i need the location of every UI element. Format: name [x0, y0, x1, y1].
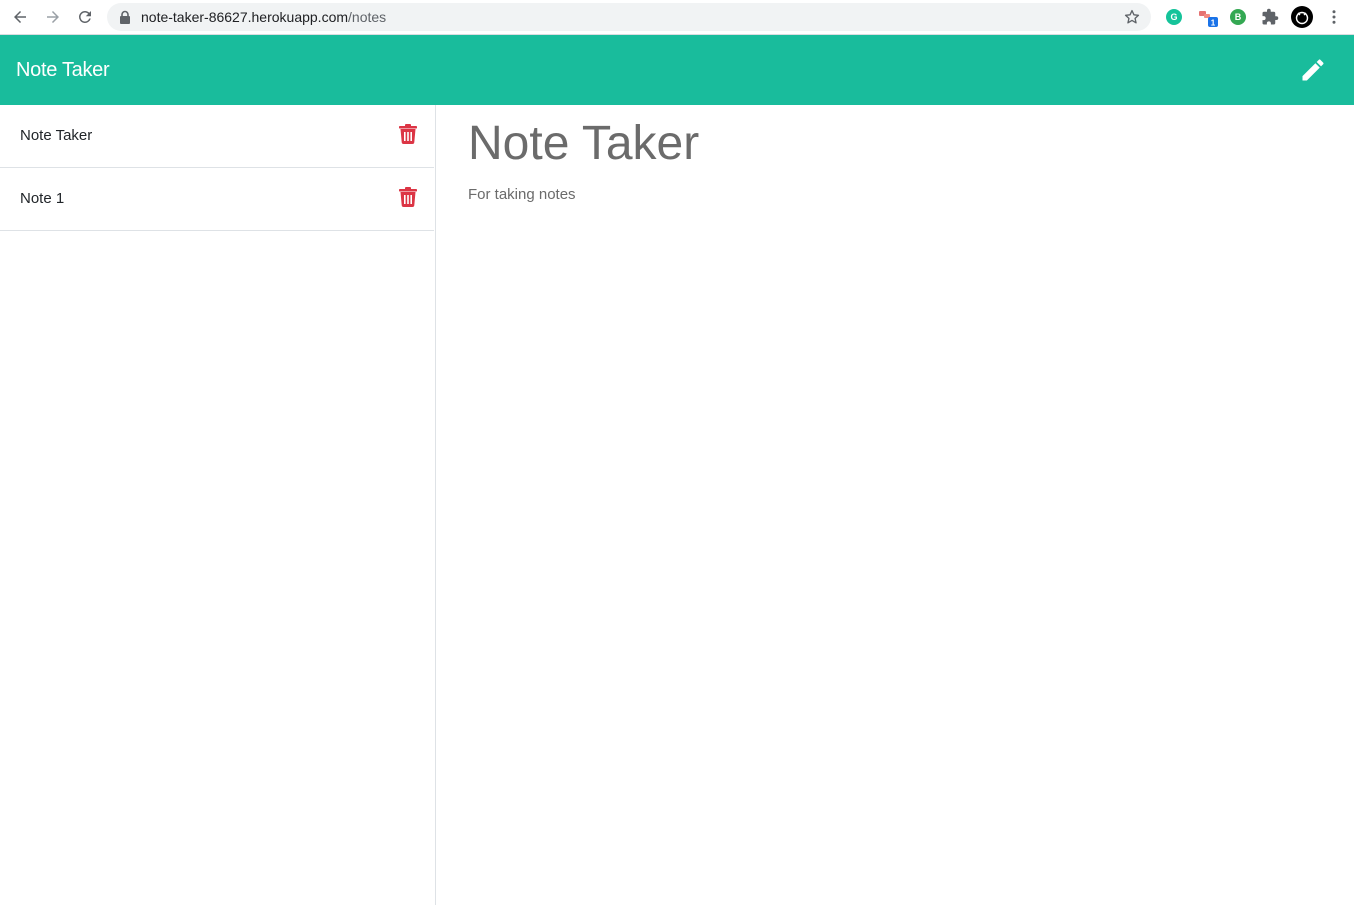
forward-icon[interactable]	[41, 5, 65, 29]
list-item[interactable]: Note 1	[0, 168, 434, 231]
list-item[interactable]: Note Taker	[0, 105, 434, 168]
trash-icon[interactable]	[399, 124, 417, 144]
url-path: /notes	[348, 9, 387, 25]
brand-title[interactable]: Note Taker	[16, 57, 110, 83]
url-host: note-taker-86627.herokuapp.com	[141, 9, 349, 25]
extension-badge-count: 1	[1211, 19, 1216, 28]
address-bar[interactable]: note-taker-86627.herokuapp.com/notes	[107, 3, 1151, 31]
extensions-puzzle-icon[interactable]	[1259, 6, 1281, 28]
trash-icon[interactable]	[399, 187, 417, 207]
extension-badge-icon[interactable]: 1	[1197, 6, 1219, 28]
browser-toolbar: note-taker-86627.herokuapp.com/notes G 1…	[0, 0, 1354, 35]
back-icon[interactable]	[8, 5, 32, 29]
note-view: Note Taker For taking notes	[437, 105, 1354, 905]
reload-icon[interactable]	[73, 5, 97, 29]
b-extension-letter: B	[1230, 9, 1246, 25]
menu-kebab-icon[interactable]	[1323, 6, 1345, 28]
profile-avatar-icon[interactable]	[1291, 6, 1313, 28]
b-extension-icon[interactable]: B	[1227, 6, 1249, 28]
grammarly-extension-icon[interactable]: G	[1163, 6, 1185, 28]
pencil-icon[interactable]	[1298, 55, 1328, 85]
note-list: Note Taker Note 1	[0, 105, 436, 905]
note-title-input[interactable]: Note Taker	[468, 115, 699, 173]
url-text: note-taker-86627.herokuapp.com/notes	[141, 9, 386, 25]
note-item-title: Note 1	[20, 190, 65, 207]
note-item-title: Note Taker	[20, 127, 93, 144]
bookmark-star-icon[interactable]	[1123, 8, 1141, 26]
note-text-input[interactable]: For taking notes	[468, 186, 576, 204]
app-navbar: Note Taker	[0, 35, 1354, 105]
lock-icon	[120, 10, 130, 24]
